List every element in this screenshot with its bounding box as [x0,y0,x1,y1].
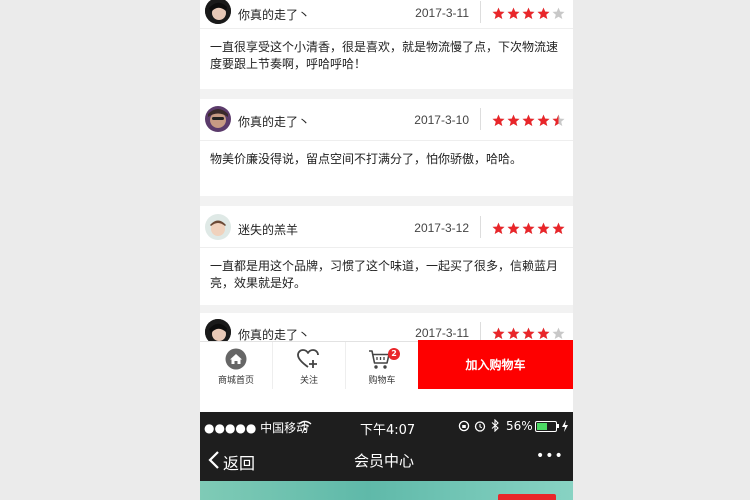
review-card: 你真的走了丶 2017-3-10 物美价廉没得说，留点空间不打满分了，怕你骄傲，… [200,99,573,196]
star-half-icon [552,114,565,126]
orientation-lock-icon [458,420,470,432]
alarm-icon [474,421,486,432]
review-date: 2017-3-10 [414,113,469,127]
divider [480,108,481,130]
clock: 下午4:07 [360,423,416,438]
avatar[interactable] [205,214,231,240]
wifi-icon [298,420,312,431]
star-full-icon [492,7,505,19]
review-header: 你真的走了丶 2017-3-11 [200,0,573,29]
star-empty-icon [552,7,565,19]
review-username: 你真的走了丶 [238,8,311,22]
rating-stars [492,7,565,21]
tab-follow-label: 关注 [299,376,318,386]
star-full-icon [507,7,520,19]
rating-stars [492,114,565,128]
more-dots-icon[interactable]: ••• [536,448,564,464]
review-header: 你真的走了丶 2017-3-10 [200,99,573,141]
review-card: 迷失的羔羊 2017-3-12 一直都是用这个品牌，习惯了这个味道，一起买了很多… [200,206,573,305]
star-full-icon [522,222,535,234]
review-date: 2017-3-11 [415,6,469,20]
add-to-cart-button[interactable]: 加入购物车 [418,340,573,389]
star-full-icon [492,222,505,234]
review-date: 2017-3-12 [414,221,469,235]
rating-stars [492,327,565,341]
chevron-left-icon [208,451,219,469]
banner-badge [498,494,556,500]
star-full-icon [537,222,550,234]
avatar[interactable] [205,106,231,132]
battery-tip [557,424,559,428]
tab-home-label: 商城首页 [217,376,254,386]
carrier-label: ●●●●● 中国移动 [204,421,309,435]
divider [480,216,481,238]
cart-count-badge: 2 [388,348,400,360]
star-full-icon [507,114,520,126]
nav-bar: 返回 会员中心 ••• [200,440,573,481]
bluetooth-icon [491,419,499,432]
star-full-icon [537,114,550,126]
status-bar: ●●●●● 中国移动 下午4:07 56% [200,412,573,440]
page-title: 会员中心 [354,452,415,470]
star-full-icon [492,114,505,126]
star-empty-icon [552,327,565,339]
back-button[interactable]: 返回 [206,448,266,473]
review-username: 迷失的羔羊 [238,223,299,237]
banner-image [200,481,573,500]
star-full-icon [522,327,535,339]
review-header: 迷失的羔羊 2017-3-12 [200,206,573,248]
charging-icon [562,420,568,432]
star-full-icon [522,7,535,19]
review-username: 你真的走了丶 [238,115,311,129]
battery-fill [537,423,548,430]
review-date: 2017-3-11 [415,326,469,340]
star-full-icon [492,327,505,339]
divider [480,1,481,23]
review-text: 物美价廉没得说，留点空间不打满分了，怕你骄傲，哈哈。 [210,152,523,166]
review-card: 你真的走了丶 2017-3-11 一直很享受这个小清香，很是喜欢，就是物流慢了点… [200,0,573,89]
phone-screen: 你真的走了丶 2017-3-11 一直很享受这个小清香，很是喜欢，就是物流慢了点… [200,0,573,500]
home-icon [225,348,247,370]
spacer [200,389,573,412]
star-full-icon [537,7,550,19]
tab-home[interactable]: 商城首页 [200,342,272,390]
battery-percent: 56% [506,419,533,433]
avatar[interactable] [205,0,231,24]
tab-cart-label: 购物车 [368,376,396,386]
tab-follow[interactable]: 关注 [273,342,345,390]
star-full-icon [507,327,520,339]
star-full-icon [522,114,535,126]
star-full-icon [537,327,550,339]
back-label: 返回 [223,454,256,473]
rating-stars [492,222,565,236]
star-full-icon [507,222,520,234]
review-text: 一直很享受这个小清香，很是喜欢，就是物流慢了点，下次物流速度要跟上节奏啊，呼哈呼… [210,40,559,71]
battery-icon [535,421,557,432]
heart-plus-icon [297,349,319,368]
star-full-icon [552,222,565,234]
review-text: 一直都是用这个品牌，习惯了这个味道，一起买了很多，信赖蓝月亮，效果就是好。 [210,259,559,290]
tab-cart[interactable]: 2 购物车 [346,342,418,390]
